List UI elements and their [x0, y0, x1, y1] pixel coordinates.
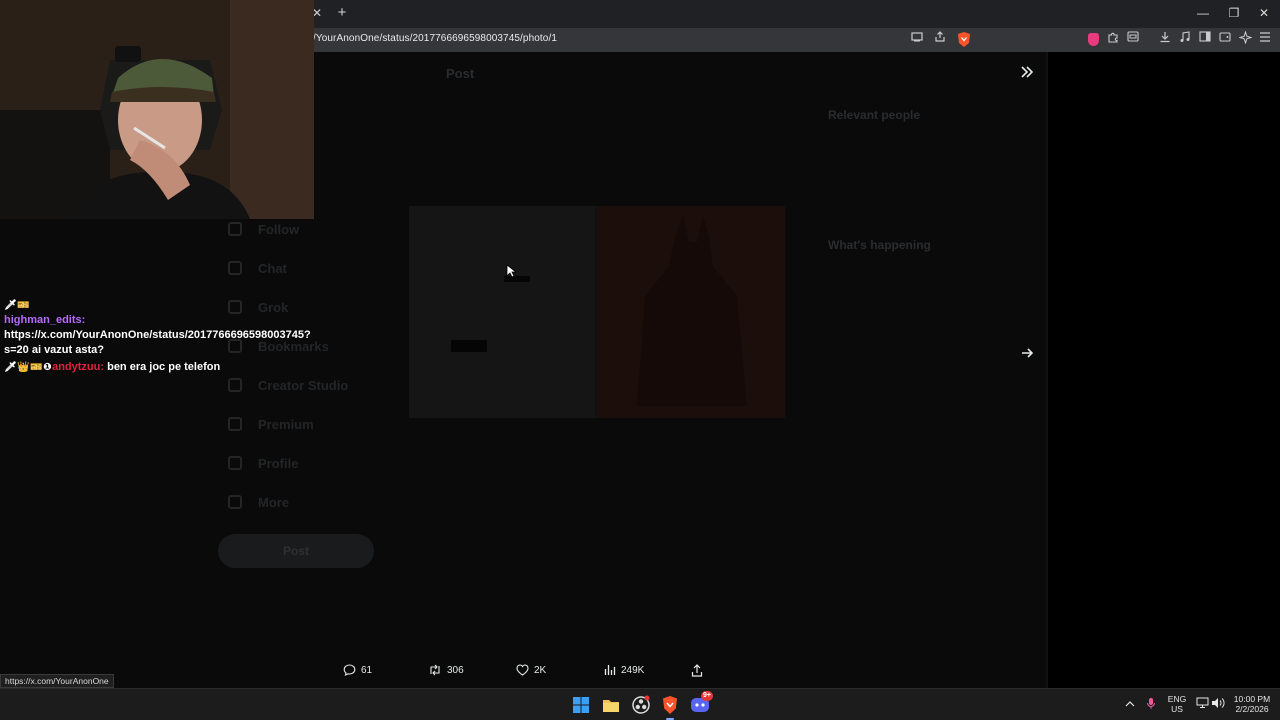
post-button[interactable]: Post: [218, 534, 374, 568]
redaction-bar: [451, 340, 487, 352]
volume-icon[interactable]: [1210, 697, 1226, 713]
views-icon: [604, 664, 616, 676]
discord-icon[interactable]: 9+: [690, 691, 713, 715]
chat-text: https://x.com/YourAnonOne/status/2017766…: [4, 329, 311, 356]
file-explorer-icon[interactable]: [601, 695, 621, 715]
microphone-icon[interactable]: [1143, 697, 1159, 713]
extension-badge-icon[interactable]: [1088, 33, 1099, 46]
webcam-overlay: [0, 0, 314, 219]
nav-label: Follow: [258, 221, 300, 237]
nav-icon: [228, 378, 242, 392]
media-controls-icon[interactable]: [1177, 31, 1193, 47]
nav-creator-studio[interactable]: Creator Studio: [228, 374, 348, 396]
language-indicator[interactable]: ENG US: [1166, 694, 1188, 714]
like-count: 2K: [534, 664, 547, 676]
menu-icon[interactable]: [1257, 31, 1273, 47]
chat-text: ben era joc pe telefon: [107, 361, 221, 373]
reply-button[interactable]: 61: [343, 664, 372, 676]
chat-username: highman_edits:: [4, 314, 86, 326]
chevrons-right-icon[interactable]: [1016, 64, 1038, 84]
sidebar-toggle-icon[interactable]: [1197, 31, 1213, 47]
share-icon: [691, 664, 703, 677]
nav-icon: [228, 261, 242, 275]
mouse-cursor-icon: [506, 264, 516, 278]
nav-icon: [228, 417, 242, 431]
brave-browser-icon[interactable]: [660, 695, 680, 715]
url-field[interactable]: /YourAnonOne/status/2017766696598003745/…: [313, 33, 557, 44]
chat-message: 🗡👑🎫❶andytzuu: ben era joc pe telefon: [4, 360, 334, 375]
nav-icon: [228, 456, 242, 470]
views-count: 249K: [621, 664, 645, 676]
repost-icon: [428, 664, 442, 676]
whats-happening-heading: What's happening: [828, 238, 931, 252]
repost-button[interactable]: 306: [428, 664, 464, 676]
page-title: Post: [446, 66, 475, 81]
obs-icon[interactable]: [631, 695, 651, 715]
start-windows-icon[interactable]: [571, 695, 591, 715]
stream-chat: 🗡🎫 highman_edits: https://x.com/YourAnon…: [4, 298, 334, 377]
arrow-right-icon[interactable]: [1016, 344, 1038, 366]
nav-more[interactable]: More: [228, 491, 289, 513]
downloads-icon[interactable]: [1157, 31, 1173, 47]
heart-icon: [516, 664, 529, 676]
nav-follow[interactable]: Follow: [228, 218, 299, 240]
nav-chat[interactable]: Chat: [228, 257, 287, 279]
tweet-photo[interactable]: [409, 206, 785, 418]
like-button[interactable]: 2K: [516, 664, 546, 676]
nav-profile[interactable]: Profile: [228, 452, 298, 474]
photo-right-panel: [597, 206, 785, 418]
link-hover-status: https://x.com/YourAnonOne: [0, 674, 114, 688]
language-code: ENG: [1167, 694, 1187, 704]
nav-label: Premium: [258, 416, 314, 432]
nav-icon: [228, 495, 242, 509]
reply-count: 61: [361, 664, 373, 676]
wallet-icon[interactable]: [1125, 31, 1141, 47]
nav-label: Profile: [258, 455, 299, 471]
figure-silhouette: [637, 216, 747, 406]
windows-taskbar: 9+ ENG US 10:00 PM 2/2/2026: [0, 688, 1280, 720]
repost-count: 306: [447, 664, 464, 676]
system-clock[interactable]: 10:00 PM 2/2/2026: [1230, 694, 1274, 714]
chat-badges: 🗡👑🎫❶: [4, 362, 53, 373]
wallet-alt-icon[interactable]: [1217, 31, 1233, 47]
new-tab-button[interactable]: +: [334, 4, 350, 22]
chat-username: andytzuu:: [52, 361, 105, 373]
views-button[interactable]: 249K: [604, 664, 644, 676]
lightbox-divider: [1046, 52, 1048, 688]
chat-message: 🗡🎫 highman_edits: https://x.com/YourAnon…: [4, 298, 334, 358]
nav-label: Creator Studio: [258, 377, 349, 393]
streamer-camera-image: [0, 0, 314, 219]
brave-shield-icon[interactable]: [956, 31, 972, 48]
nav-label: Chat: [258, 260, 287, 276]
close-window-button[interactable]: ✕: [1254, 4, 1274, 22]
nav-label: More: [258, 494, 290, 510]
restore-button[interactable]: ❐: [1224, 4, 1244, 22]
minimize-button[interactable]: —: [1193, 4, 1213, 22]
relevant-people-heading: Relevant people: [828, 108, 921, 122]
network-icon[interactable]: [1194, 697, 1210, 713]
share-page-icon[interactable]: [932, 31, 948, 47]
cast-icon[interactable]: [909, 31, 925, 47]
clock-date: 2/2/2026: [1235, 704, 1269, 714]
language-region: US: [1171, 704, 1183, 714]
reply-icon: [343, 664, 356, 676]
extensions-puzzle-icon[interactable]: [1105, 31, 1121, 47]
discord-notification-badge: 9+: [701, 691, 713, 701]
clock-time: 10:00 PM: [1233, 694, 1271, 704]
chat-badges: 🗡🎫: [4, 300, 31, 311]
photo-left-panel: [409, 206, 595, 418]
nav-premium[interactable]: Premium: [228, 413, 314, 435]
nav-icon: [228, 222, 242, 236]
leo-ai-icon[interactable]: [1237, 30, 1253, 47]
share-button[interactable]: [691, 664, 703, 677]
tray-overflow-chevron-icon[interactable]: [1122, 697, 1138, 713]
